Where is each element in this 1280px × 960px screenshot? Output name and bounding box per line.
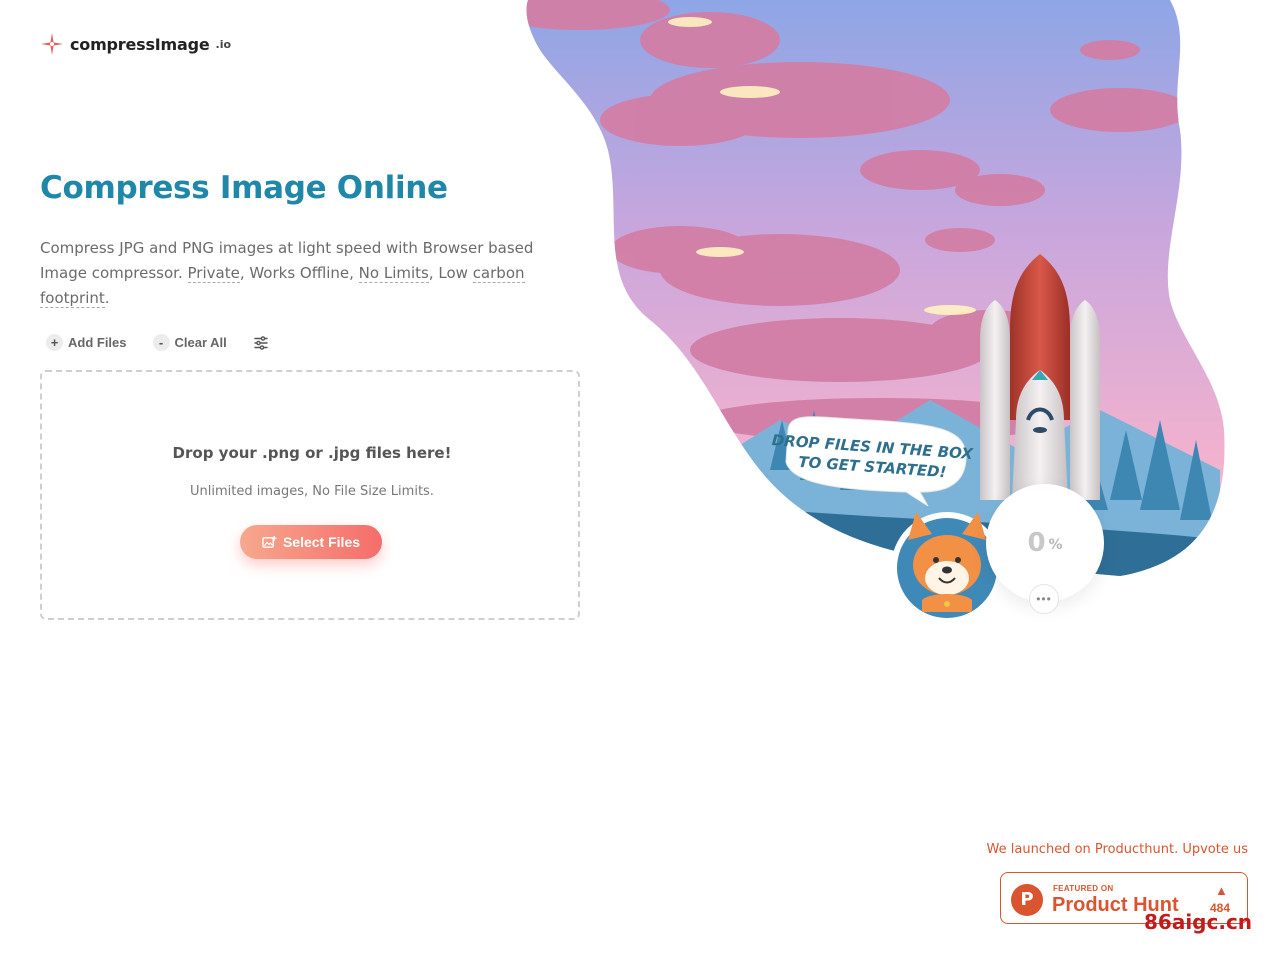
add-files-label: Add Files <box>68 335 127 350</box>
private-link[interactable]: Private <box>187 264 240 283</box>
producthunt-featured: FEATURED ON <box>1053 884 1114 893</box>
settings-button[interactable] <box>253 335 269 351</box>
plus-icon: + <box>46 334 63 351</box>
dropzone-subtitle: Unlimited images, No File Size Limits. <box>190 484 434 499</box>
subtitle-sep-1: , Works Offline, <box>239 264 359 282</box>
dropzone-title: Drop your .png or .jpg files here! <box>172 444 452 462</box>
brand-logo[interactable]: compressImage .io <box>40 32 231 56</box>
more-options-button[interactable]: ••• <box>1029 584 1059 614</box>
no-limits-link[interactable]: No Limits <box>358 264 429 283</box>
producthunt-note: We launched on Producthunt. Upvote us <box>986 842 1248 857</box>
clear-all-button[interactable]: - Clear All <box>152 334 227 351</box>
subtitle-end: . <box>104 289 110 307</box>
file-dropzone[interactable]: Drop your .png or .jpg files here! Unlim… <box>40 370 580 620</box>
brand-tld: .io <box>215 37 232 51</box>
sliders-icon <box>254 335 268 350</box>
add-files-button[interactable]: + Add Files <box>46 334 127 351</box>
upvote-arrow-icon: ▲ <box>1215 883 1228 898</box>
minus-icon: - <box>152 334 170 351</box>
sparkle-logo-icon <box>41 33 63 55</box>
brand-name: compressImage <box>70 34 210 54</box>
producthunt-logo-icon: P <box>1011 884 1043 916</box>
more-icon: ••• <box>1036 592 1052 606</box>
page-title: Compress Image Online <box>40 170 448 206</box>
subtitle-sep-2: , Low <box>428 264 473 282</box>
watermark: 86aigc.cn <box>1144 910 1253 934</box>
select-files-label: Select Files <box>282 534 361 550</box>
select-files-button[interactable]: Select Files <box>240 525 382 559</box>
progress-unit: % <box>1048 537 1063 553</box>
file-toolbar: + Add Files - Clear All <box>46 334 269 351</box>
progress-value: 0 <box>1027 528 1046 558</box>
corgi-mascot <box>891 512 1003 624</box>
page-subtitle: Compress JPG and PNG images at light spe… <box>40 236 560 311</box>
clear-all-label: Clear All <box>174 335 227 350</box>
add-image-icon <box>262 535 277 548</box>
rocket-illustration: DROP FILES IN THE BOX TO GET STARTED! <box>526 0 1225 624</box>
